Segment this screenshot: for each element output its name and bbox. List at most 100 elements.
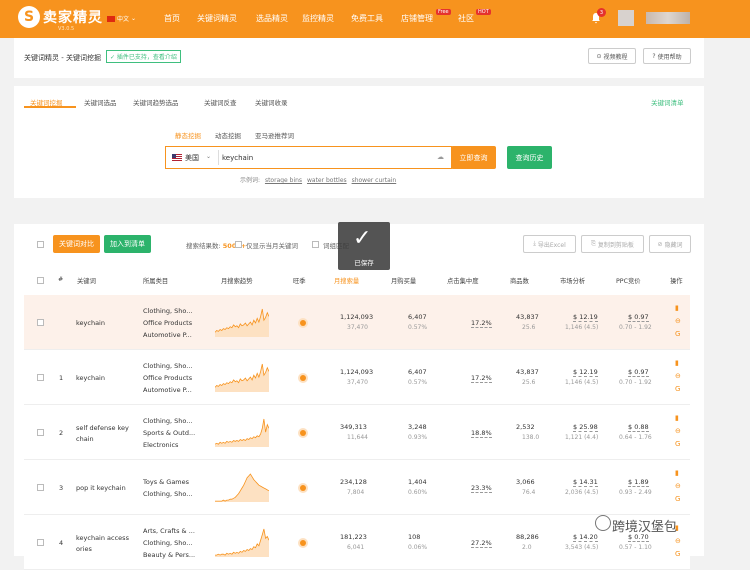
header-checkbox[interactable] [37,277,44,284]
keyword-list-link[interactable]: 关键词清单 [651,97,684,107]
col-header-click-concentration[interactable]: 点击集中度 [447,276,478,285]
add-to-list-button[interactable]: 加入到清单 [104,235,151,253]
google-icon[interactable]: G [675,330,680,338]
bar-chart-icon[interactable]: ▮ [675,414,679,422]
ppc-bid-value[interactable]: $ 1.89 [628,478,649,487]
user-name-blurred[interactable] [646,12,690,24]
avatar[interactable] [618,10,634,26]
keyword-link[interactable]: keychain [76,319,105,327]
more-circle-icon[interactable]: ⊖ [675,427,681,435]
example-keyword[interactable]: storage bins [265,177,302,184]
google-icon[interactable]: G [675,550,680,558]
keyword-link[interactable]: keychain access [76,534,129,542]
row-checkbox[interactable] [37,538,44,546]
keyword-link[interactable]: pop it keychain [76,484,126,492]
col-header-product-count[interactable]: 商品数 [510,276,529,285]
mode-dynamic-mining[interactable]: 动态挖掘 [215,130,241,140]
example-keyword[interactable]: shower curtain [352,177,397,184]
category-item: Office Products [143,318,193,327]
market-price-value[interactable]: $ 14.20 [573,533,598,542]
click-concentration-value[interactable]: 17.2% [471,374,492,383]
bar-chart-icon[interactable]: ▮ [675,469,679,477]
row-checkbox[interactable] [37,428,44,436]
click-concentration-value[interactable]: 17.2% [471,319,492,328]
col-header-keyword[interactable]: 关键词 [77,276,96,285]
chevron-down-icon[interactable]: ⌄ [206,153,211,160]
keyword-link[interactable]: ories [76,545,92,553]
example-keyword[interactable]: water bottles [307,177,347,184]
col-header-category[interactable]: 所属类目 [143,276,168,285]
table-row[interactable] [24,405,690,460]
tab-keyword-product[interactable]: 关键词选品 [84,97,117,107]
bar-chart-icon[interactable]: ▮ [675,359,679,367]
more-circle-icon[interactable]: ⊖ [675,372,681,380]
nav-store-management[interactable]: 店铺管理 [401,13,433,24]
video-tutorial-button[interactable]: ⊙ 视频教程 [588,48,636,64]
row-checkbox[interactable] [37,373,44,381]
country-select[interactable]: 美国 [185,153,199,163]
keyword-link[interactable]: chain [76,435,94,443]
col-header-peak-season[interactable]: 旺季 [293,276,306,285]
tab-keyword-reverse[interactable]: 关键词反查 [204,97,237,107]
google-icon[interactable]: G [675,385,680,393]
google-icon[interactable]: G [675,495,680,503]
bar-chart-icon[interactable]: ▮ [675,304,679,312]
search-history-button[interactable]: 查询历史 [507,146,552,169]
search-trend-sparkline[interactable] [215,527,269,557]
export-excel-button[interactable]: ⤓ 导出Excel [523,235,576,253]
nav-keyword-wizard[interactable]: 关键词精灵 [197,13,237,24]
keyword-link[interactable]: keychain [76,374,105,382]
current-month-only-checkbox[interactable] [235,241,242,248]
nav-free-tools[interactable]: 免费工具 [351,13,383,24]
market-price-value[interactable]: $ 12.19 [573,368,598,377]
keyword-search-input[interactable] [222,148,427,167]
col-header-monthly-purchases[interactable]: 月购买量 [391,276,416,285]
search-trend-sparkline[interactable] [215,307,269,337]
nav-home[interactable]: 首页 [164,13,180,24]
more-circle-icon[interactable]: ⊖ [675,537,681,545]
table-row[interactable] [24,295,690,350]
click-concentration-value[interactable]: 27.2% [471,539,492,548]
table-row[interactable] [24,350,690,405]
col-header-market-analysis[interactable]: 市场分析 [560,276,585,285]
more-circle-icon[interactable]: ⊖ [675,482,681,490]
app-logo[interactable]: S 卖家精灵 V3.0.5 [18,6,103,32]
search-trend-sparkline[interactable] [215,472,269,502]
search-trend-sparkline[interactable] [215,362,269,392]
keyword-link[interactable]: self defense key [76,424,129,432]
language-select[interactable]: 中文 ⌄ [107,14,136,23]
more-circle-icon[interactable]: ⊖ [675,317,681,325]
hide-words-button[interactable]: ⊘ 隐藏词 [649,235,691,253]
col-header-trend[interactable]: 月搜索趋势 [221,276,252,285]
keyword-compare-button[interactable]: 关键词对比 [53,235,100,253]
copy-clipboard-button[interactable]: ⎘ 复制到剪贴板 [581,235,644,253]
row-checkbox[interactable] [37,318,44,326]
tab-keyword-trend-product[interactable]: 关键词趋势选品 [133,97,179,107]
search-submit-button[interactable]: 立即查询 [451,146,496,169]
col-header-monthly-searches[interactable]: 月搜索量 [334,276,359,285]
market-price-value[interactable]: $ 25.98 [573,423,598,432]
market-price-value[interactable]: $ 14.31 [573,478,598,487]
mode-amazon-suggestions[interactable]: 亚马逊推荐词 [255,130,294,140]
help-button[interactable]: ? 使用帮助 [643,48,691,64]
nav-monitor-wizard[interactable]: 监控精灵 [302,13,334,24]
ppc-bid-value[interactable]: $ 0.97 [628,368,649,377]
phrase-match-checkbox[interactable] [312,241,319,248]
click-concentration-value[interactable]: 18.8% [471,429,492,438]
market-price-value[interactable]: $ 12.19 [573,313,598,322]
ppc-bid-value[interactable]: $ 0.97 [628,313,649,322]
select-all-checkbox[interactable] [37,241,44,248]
cloud-upload-icon[interactable]: ☁ [437,153,444,161]
search-trend-sparkline[interactable] [215,417,269,447]
nav-product-wizard[interactable]: 选品精灵 [256,13,288,24]
plugin-support-tag[interactable]: ✓ 插件已支持，查看介绍 [106,50,181,63]
click-concentration-value[interactable]: 23.3% [471,484,492,493]
nav-community[interactable]: 社区 [458,13,474,24]
row-checkbox[interactable] [37,483,44,491]
tab-keyword-indexing[interactable]: 关键词收录 [255,97,288,107]
google-icon[interactable]: G [675,440,680,448]
col-header-ppc-bid[interactable]: PPC竞价 [616,276,641,285]
table-row[interactable] [24,515,690,570]
mode-static-mining[interactable]: 静态挖掘 [175,130,201,140]
ppc-bid-value[interactable]: $ 0.88 [628,423,649,432]
